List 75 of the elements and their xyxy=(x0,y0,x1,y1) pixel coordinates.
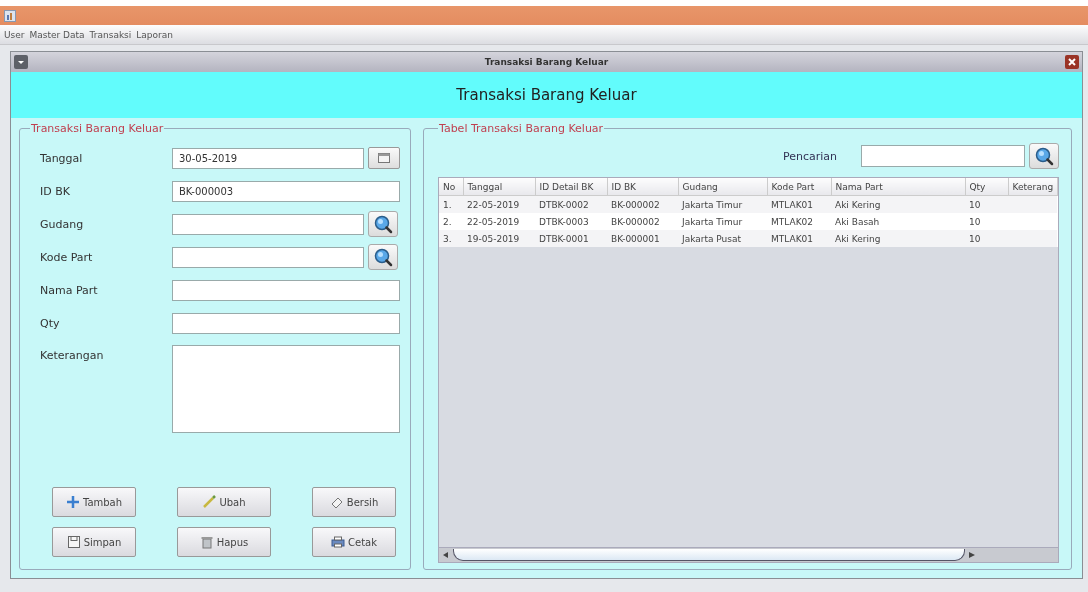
scroll-left-icon[interactable] xyxy=(443,552,449,558)
action-button[interactable]: Tambah xyxy=(52,487,136,517)
table-cell: Jakarta Pusat xyxy=(678,230,767,247)
table-cell: MTLAK01 xyxy=(767,230,831,247)
date-field[interactable]: 30-05-2019 xyxy=(172,147,364,169)
input-field[interactable] xyxy=(172,213,364,235)
calendar-icon xyxy=(378,153,390,163)
field-label: Keterangan xyxy=(39,348,105,362)
column-header[interactable]: Tanggal xyxy=(463,178,535,196)
table-cell: 2. xyxy=(439,213,463,230)
search-icon xyxy=(1034,146,1054,166)
action-button[interactable]: Hapus xyxy=(177,527,271,557)
floppy-icon xyxy=(66,535,81,549)
table-cell: 19-05-2019 xyxy=(463,230,535,247)
panel-title: Tabel Transaksi Barang Keluar xyxy=(438,122,605,135)
field-label: Kode Part xyxy=(39,250,94,264)
horizontal-scrollbar[interactable] xyxy=(439,547,1058,562)
search-button[interactable] xyxy=(1029,143,1059,169)
action-button[interactable]: Cetak xyxy=(312,527,396,557)
column-header[interactable]: Gudang xyxy=(678,178,767,196)
table-cell: Jakarta Timur xyxy=(678,213,767,230)
window-menu-icon[interactable] xyxy=(14,55,28,69)
input-field[interactable]: BK-000003 xyxy=(172,180,400,202)
scroll-thumb[interactable] xyxy=(453,549,965,561)
search-button[interactable] xyxy=(368,211,398,237)
panel-title: Transaksi Barang Keluar xyxy=(30,122,165,135)
table-cell: Aki Basah xyxy=(831,213,965,230)
column-header[interactable]: Qty xyxy=(965,178,1008,196)
action-button[interactable]: Simpan xyxy=(52,527,136,557)
column-header[interactable]: ID Detail BK xyxy=(535,178,607,196)
field-label: ID BK xyxy=(39,184,71,198)
input-field[interactable] xyxy=(172,312,400,334)
close-icon[interactable] xyxy=(1065,55,1079,69)
window-title: Transaksi Barang Keluar xyxy=(484,57,609,67)
action-button[interactable]: Bersih xyxy=(312,487,396,517)
table-cell: DTBK-0003 xyxy=(535,213,607,230)
search-field[interactable] xyxy=(861,145,1025,167)
menu-item[interactable]: Transaksi xyxy=(89,29,132,40)
menu-item[interactable]: User xyxy=(4,29,25,40)
eraser-icon xyxy=(329,495,344,509)
table-cell: 10 xyxy=(965,213,1008,230)
field-label: Gudang xyxy=(39,217,85,231)
table-cell: BK-000001 xyxy=(607,230,678,247)
action-button[interactable]: Ubah xyxy=(177,487,271,517)
search-icon xyxy=(373,214,393,234)
trash-icon xyxy=(199,535,214,549)
search-label: Pencarian xyxy=(782,149,837,163)
table-cell: MTLAK02 xyxy=(767,213,831,230)
search-button[interactable] xyxy=(368,244,398,270)
table-cell: Aki Kering xyxy=(831,230,965,247)
input-field[interactable] xyxy=(172,279,400,301)
column-header[interactable]: No xyxy=(439,178,463,196)
plus-icon xyxy=(65,495,80,509)
table-cell: 22-05-2019 xyxy=(463,213,535,230)
table-cell: BK-000002 xyxy=(607,213,678,230)
header-title: Transaksi Barang Keluar xyxy=(456,86,637,104)
column-header[interactable]: Kode Part xyxy=(767,178,831,196)
pencil-icon xyxy=(202,495,217,509)
table-cell: DTBK-0001 xyxy=(535,230,607,247)
field-label: Qty xyxy=(39,316,61,330)
column-header[interactable]: Nama Part xyxy=(831,178,965,196)
menu-item[interactable]: Master Data xyxy=(29,29,85,40)
app-icon xyxy=(4,9,16,22)
search-icon xyxy=(373,247,393,267)
menu-item[interactable]: Laporan xyxy=(136,29,173,40)
column-header[interactable]: Keterang xyxy=(1008,178,1057,196)
calendar-button[interactable] xyxy=(368,147,400,169)
field-label: Tanggal xyxy=(39,151,84,165)
table-cell: 10 xyxy=(965,230,1008,247)
field-label: Nama Part xyxy=(39,283,99,297)
input-field[interactable] xyxy=(172,246,364,268)
column-header[interactable]: ID BK xyxy=(607,178,678,196)
table-cell: 3. xyxy=(439,230,463,247)
scroll-right-icon[interactable] xyxy=(969,552,975,558)
printer-icon xyxy=(331,535,345,549)
